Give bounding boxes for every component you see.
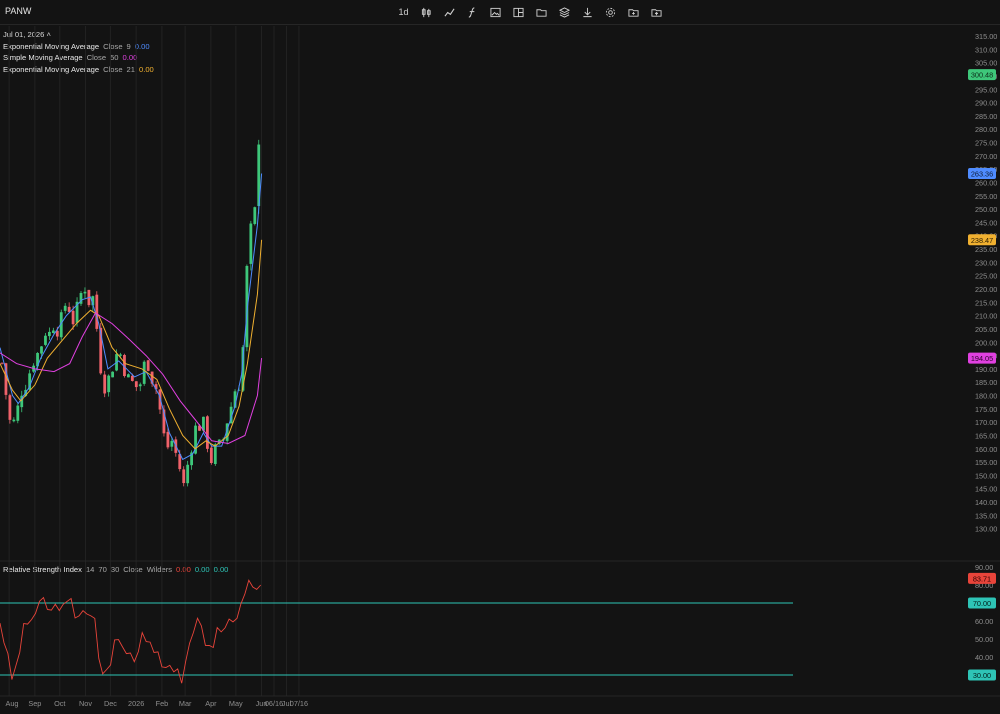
price-tick-label: 165.00 (975, 431, 997, 440)
rsi-line (0, 579, 262, 684)
candle-down (206, 416, 209, 449)
candle-up (44, 335, 47, 345)
candle-up (253, 207, 257, 224)
candle-up (213, 444, 217, 464)
time-axis-label: Mar (179, 699, 192, 708)
candle-down (146, 360, 150, 371)
price-tick-label: 155.00 (975, 458, 997, 467)
time-axis-label: Nov (79, 699, 92, 708)
time-axis-label: Apr (205, 699, 217, 708)
time-axis-label: 2026 (128, 699, 144, 708)
price-tick-label: 310.00 (975, 45, 997, 54)
price-tick-label: 200.00 (975, 338, 997, 347)
price-tick-label: 160.00 (975, 445, 997, 454)
rsi-lower-badge: 30.00 (973, 671, 991, 680)
price-tick-label: 230.00 (975, 258, 997, 267)
candle-down (130, 375, 134, 381)
candle-up (51, 330, 55, 333)
candle-up (111, 371, 114, 378)
candle-up (48, 331, 51, 337)
time-axis-label: May (229, 699, 243, 708)
price-tick-label: 315.00 (975, 32, 997, 41)
rsi-value-badge: 83.71 (973, 574, 991, 583)
candle-down (166, 431, 170, 448)
candle-down (103, 374, 107, 394)
candle-up (127, 374, 130, 378)
ema21-line (0, 239, 263, 450)
price-tick-label: 290.00 (975, 99, 997, 108)
price-tick-label: 135.00 (975, 511, 997, 520)
price-tick-label: 170.00 (975, 418, 997, 427)
rsi-tick-label: 40.00 (975, 653, 993, 662)
candle-up (249, 223, 253, 264)
ema9-price-badge: 263.36 (971, 170, 993, 179)
time-axis-label: Dec (104, 699, 117, 708)
rsi-upper-badge: 70.00 (973, 599, 991, 608)
last-price-badge: 300.48 (971, 71, 993, 80)
price-tick-label: 145.00 (975, 485, 997, 494)
ema21-price-badge: 238.47 (971, 236, 993, 245)
price-tick-label: 260.00 (975, 178, 997, 187)
candle-up (170, 440, 174, 447)
sma50-line (0, 312, 263, 445)
candle-down (71, 310, 75, 325)
candle-up (40, 346, 43, 354)
price-tick-label: 220.00 (975, 285, 997, 294)
price-tick-label: 210.00 (975, 312, 997, 321)
price-tick-label: 305.00 (975, 59, 997, 68)
candle-up (138, 384, 142, 387)
candle-down (134, 381, 138, 388)
price-tick-label: 250.00 (975, 205, 997, 214)
candle-up (186, 464, 190, 484)
candle-up (63, 305, 67, 311)
chart-canvas[interactable]: 130.00 135.00 140.00 145.00 150.00 155.00 160.… (0, 0, 1000, 714)
candle-down (209, 447, 213, 464)
candle-up (119, 354, 122, 356)
price-tick-label: 275.00 (975, 139, 997, 148)
candle-down (8, 395, 12, 420)
price-tick-label: 205.00 (975, 325, 997, 334)
price-tick-label: 295.00 (975, 85, 997, 94)
price-tick-label: 215.00 (975, 298, 997, 307)
price-tick-label: 235.00 (975, 245, 997, 254)
price-tick-label: 175.00 (975, 405, 997, 414)
sma50-price-badge: 194.05 (971, 354, 993, 363)
price-tick-label: 270.00 (975, 152, 997, 161)
price-tick-label: 185.00 (975, 378, 997, 387)
price-tick-label: 180.00 (975, 392, 997, 401)
candle-down (182, 469, 186, 484)
ema9-line (0, 173, 263, 461)
candle-up (16, 405, 20, 421)
price-tick-label: 225.00 (975, 272, 997, 281)
time-axis-label: 06/16 (265, 699, 283, 708)
candle-down (0, 362, 4, 364)
candle-up (12, 419, 16, 422)
time-axis-label: Sep (28, 699, 41, 708)
candles-group (0, 139, 261, 487)
time-axis-label: Aug (6, 699, 19, 708)
price-tick-label: 255.00 (975, 192, 997, 201)
time-axis-label: Feb (156, 699, 169, 708)
time-axis-label: Oct (54, 699, 65, 708)
rsi-tick-label: 50.00 (975, 635, 993, 644)
price-tick-label: 190.00 (975, 365, 997, 374)
rsi-tick-label: 90.00 (975, 563, 993, 572)
price-tick-label: 245.00 (975, 218, 997, 227)
price-tick-label: 280.00 (975, 125, 997, 134)
price-tick-label: 130.00 (975, 525, 997, 534)
price-tick-label: 150.00 (975, 471, 997, 480)
rsi-tick-label: 60.00 (975, 617, 993, 626)
candle-up (83, 291, 87, 294)
candle-up (107, 375, 111, 393)
price-tick-label: 140.00 (975, 498, 997, 507)
price-tick-label: 285.00 (975, 112, 997, 121)
candle-down (95, 294, 99, 329)
time-axis-label: 07/16 (290, 699, 308, 708)
